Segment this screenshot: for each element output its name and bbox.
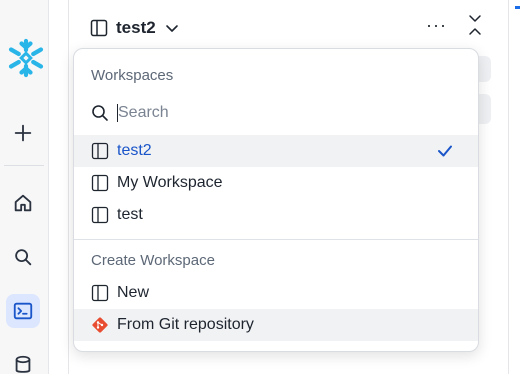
database-icon bbox=[15, 355, 31, 373]
create-workspace-heading: Create Workspace bbox=[91, 252, 215, 269]
create-item-label: New bbox=[117, 284, 150, 301]
create-item-label: From Git repository bbox=[117, 316, 254, 333]
search-input[interactable] bbox=[118, 104, 418, 122]
workspace-icon bbox=[91, 142, 109, 160]
workspace-item-label: My Workspace bbox=[117, 174, 223, 191]
workspaces-heading: Workspaces bbox=[91, 67, 174, 84]
workspace-icon bbox=[90, 19, 108, 37]
workspace-icon bbox=[91, 284, 109, 302]
workspace-switcher-button[interactable]: test2 bbox=[90, 12, 180, 44]
checkmark-icon bbox=[438, 145, 452, 157]
header-actions: ··· bbox=[426, 14, 483, 36]
workspace-item-label: test bbox=[117, 206, 143, 223]
search-icon bbox=[15, 249, 32, 266]
right-edge bbox=[508, 0, 520, 374]
workspace-item-test2[interactable]: test2 bbox=[74, 135, 478, 167]
terminal-icon bbox=[13, 302, 33, 320]
home-button[interactable] bbox=[6, 186, 40, 220]
workspace-item-my-workspace[interactable]: My Workspace bbox=[74, 167, 478, 199]
plus-icon bbox=[14, 124, 32, 142]
chevron-down-icon bbox=[165, 25, 178, 32]
create-button[interactable] bbox=[6, 116, 40, 150]
rail-divider bbox=[4, 165, 44, 166]
search-nav-button[interactable] bbox=[6, 240, 40, 274]
workspace-icon bbox=[91, 206, 109, 224]
snowflake-logo-icon bbox=[8, 38, 44, 78]
projects-button[interactable] bbox=[6, 294, 40, 328]
dropdown-divider bbox=[74, 239, 478, 240]
search-icon bbox=[92, 105, 108, 121]
data-button[interactable] bbox=[6, 348, 40, 382]
create-new-workspace-item[interactable]: New bbox=[74, 277, 478, 309]
create-from-git-item[interactable]: From Git repository bbox=[74, 309, 478, 341]
workspace-dropdown: Workspaces test2 My Workspace test Creat… bbox=[73, 48, 479, 352]
workspace-search[interactable] bbox=[91, 104, 418, 122]
workspace-name: test2 bbox=[116, 18, 156, 37]
workspace-icon bbox=[91, 174, 109, 192]
workspace-item-test[interactable]: test bbox=[74, 199, 478, 231]
more-options-icon[interactable]: ··· bbox=[426, 16, 447, 34]
workspace-item-label: test2 bbox=[117, 142, 152, 159]
left-nav-rail bbox=[0, 0, 49, 374]
home-icon bbox=[14, 194, 32, 212]
collapse-icon[interactable] bbox=[467, 14, 483, 36]
git-icon bbox=[92, 317, 108, 333]
